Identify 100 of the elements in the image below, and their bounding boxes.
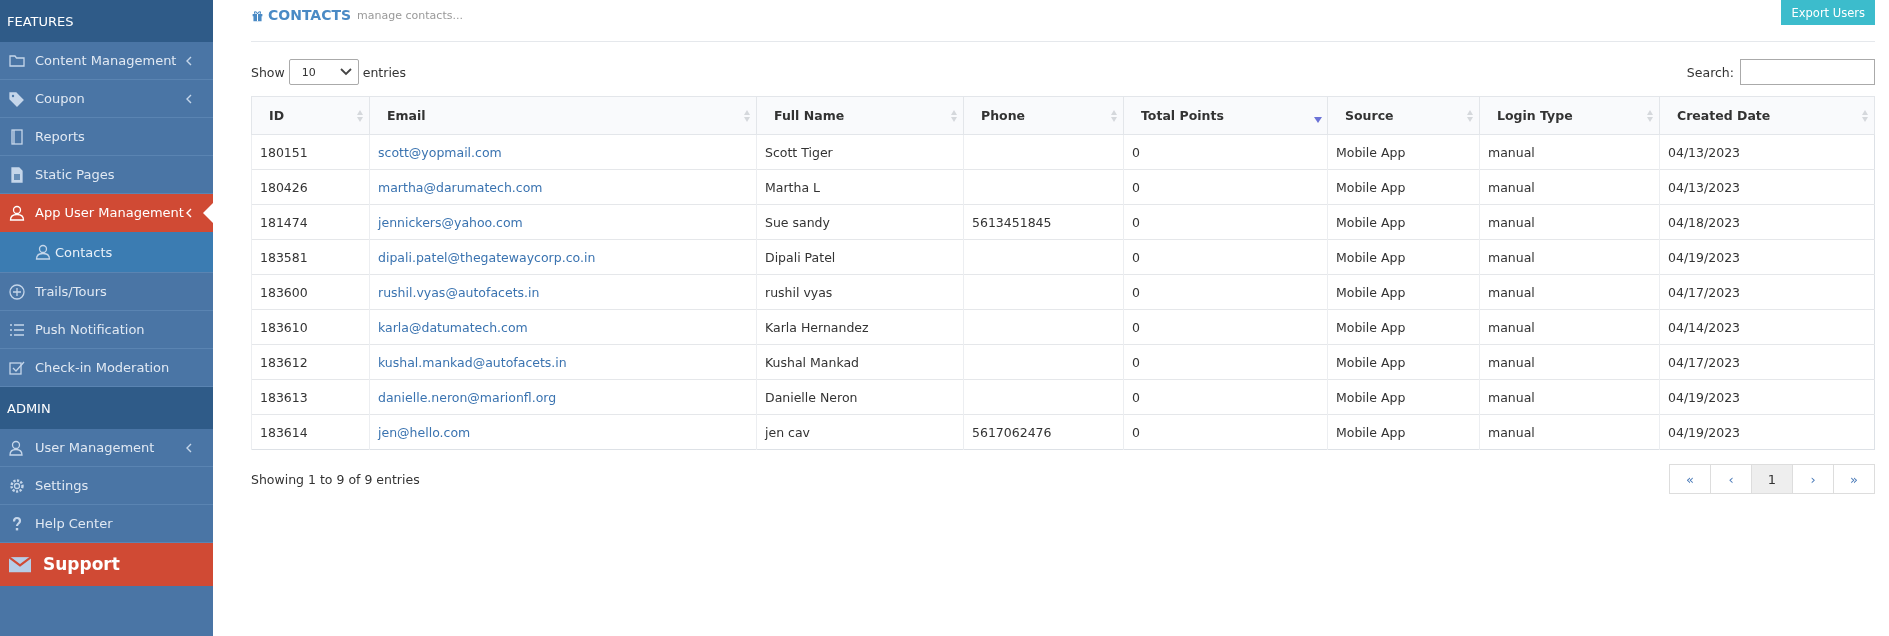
column-header[interactable]: Phone [963, 96, 1124, 135]
gear-icon [9, 477, 25, 494]
column-header[interactable]: Created Date [1659, 96, 1875, 135]
user-icon [9, 204, 25, 221]
tag-icon [9, 90, 25, 107]
page-title: CONTACTS [268, 7, 352, 23]
table-cell: 04/17/2023 [1668, 284, 1741, 300]
support-button[interactable]: Support [0, 542, 213, 586]
table-cell: 0 [1132, 179, 1140, 195]
page-subtitle: manage contacts... [357, 8, 463, 22]
folder-icon [9, 52, 25, 69]
table-cell: Mobile App [1336, 284, 1406, 300]
plus-circle-icon [9, 283, 25, 300]
table-cell: 0 [1132, 319, 1140, 335]
search-field[interactable] [1740, 59, 1875, 85]
table-cell: manual [1488, 424, 1535, 440]
table-cell: Mobile App [1336, 144, 1406, 160]
table-cell: 183614 [260, 424, 308, 440]
table-cell: rushil vyas [765, 284, 833, 300]
notebook-icon [9, 128, 25, 145]
list-icon [9, 321, 25, 338]
gift-icon [251, 8, 264, 22]
email-link[interactable]: kushal.mankad@autofacets.in [378, 354, 567, 370]
email-link[interactable]: karla@datumatech.com [378, 319, 528, 335]
email-link[interactable]: jen@hello.com [378, 424, 471, 440]
menu-item[interactable]: Coupon [0, 80, 213, 118]
table-cell: 0 [1132, 354, 1140, 370]
table-cell: 04/19/2023 [1668, 249, 1741, 265]
chevron-down-icon [339, 68, 352, 76]
column-header[interactable]: Source [1327, 96, 1480, 135]
column-header[interactable]: Email [369, 96, 757, 135]
email-link[interactable]: dipali.patel@thegatewaycorp.co.in [378, 249, 596, 265]
table-cell: 5617062476 [972, 424, 1052, 440]
section-heading: FEATURES [0, 0, 213, 42]
document-icon [9, 166, 25, 183]
table-cell: manual [1488, 144, 1535, 160]
table-cell: 183613 [260, 389, 308, 405]
table-cell: 181474 [260, 214, 308, 230]
entries-select[interactable]: 10 [288, 59, 359, 85]
table-info: Showing 1 to 9 of 9 entries [251, 471, 420, 487]
column-header[interactable]: Full Name [756, 96, 964, 135]
table-cell: Martha L [765, 179, 820, 195]
user-icon [35, 244, 51, 260]
page-button[interactable]: « [1670, 465, 1710, 493]
table-cell: Mobile App [1336, 179, 1406, 195]
users-icon [9, 439, 25, 456]
menu-item[interactable]: Content Management [0, 42, 213, 80]
column-header[interactable]: Login Type [1479, 96, 1660, 135]
column-header[interactable]: ID [251, 96, 370, 135]
table-cell: Danielle Neron [765, 389, 858, 405]
table-cell: 183600 [260, 284, 308, 300]
email-link[interactable]: rushil.vyas@autofacets.in [378, 284, 540, 300]
table-cell: 0 [1132, 424, 1140, 440]
submenu-item[interactable]: Contacts [0, 232, 213, 273]
menu-item[interactable]: Settings [0, 467, 213, 505]
table-cell: 04/18/2023 [1668, 214, 1741, 230]
table-cell: 183612 [260, 354, 308, 370]
table-cell: manual [1488, 179, 1535, 195]
table-cell: Mobile App [1336, 249, 1406, 265]
table-cell: Karla Hernandez [765, 319, 869, 335]
table-cell: 04/19/2023 [1668, 424, 1741, 440]
email-link[interactable]: jennickers@yahoo.com [378, 214, 523, 230]
menu-item[interactable]: Push Notification [0, 311, 213, 349]
table-cell: 0 [1132, 284, 1140, 300]
table-cell: manual [1488, 354, 1535, 370]
table-cell: 04/13/2023 [1668, 144, 1741, 160]
table-cell: Mobile App [1336, 389, 1406, 405]
checkbox-icon [9, 359, 25, 376]
table-cell: Mobile App [1336, 354, 1406, 370]
table-cell: 0 [1132, 144, 1140, 160]
search-label: Search: [1686, 64, 1734, 80]
table-cell: 0 [1132, 389, 1140, 405]
menu-item[interactable]: App User Management [0, 194, 213, 232]
table-cell: manual [1488, 319, 1535, 335]
menu-item[interactable]: Reports [0, 118, 213, 156]
table-cell: 183610 [260, 319, 308, 335]
menu-item[interactable]: User Management [0, 429, 213, 467]
table-cell: 183581 [260, 249, 308, 265]
table-cell: 0 [1132, 249, 1140, 265]
menu-item[interactable]: Trails/Tours [0, 273, 213, 311]
email-link[interactable]: scott@yopmail.com [378, 144, 502, 160]
page-button[interactable]: » [1833, 465, 1874, 493]
table-cell: jen cav [765, 424, 810, 440]
email-link[interactable]: martha@darumatech.com [378, 179, 543, 195]
email-link[interactable]: danielle.neron@marionfl.org [378, 389, 557, 405]
table-cell: Mobile App [1336, 319, 1406, 335]
table-cell: manual [1488, 214, 1535, 230]
table-cell: Kushal Mankad [765, 354, 860, 370]
column-header[interactable]: Total Points [1123, 96, 1328, 135]
table-cell: 180151 [260, 144, 308, 160]
table-cell: Dipali Patel [765, 249, 836, 265]
page-button[interactable]: 1 [1751, 465, 1792, 493]
table-cell: 180426 [260, 179, 308, 195]
entries-label: entries [362, 64, 407, 80]
table-cell: 5613451845 [972, 214, 1052, 230]
show-label: Show [251, 64, 285, 80]
table-cell: manual [1488, 249, 1535, 265]
table-cell: 04/17/2023 [1668, 354, 1741, 370]
page-button[interactable]: › [1792, 465, 1833, 493]
table-cell: 0 [1132, 214, 1140, 230]
